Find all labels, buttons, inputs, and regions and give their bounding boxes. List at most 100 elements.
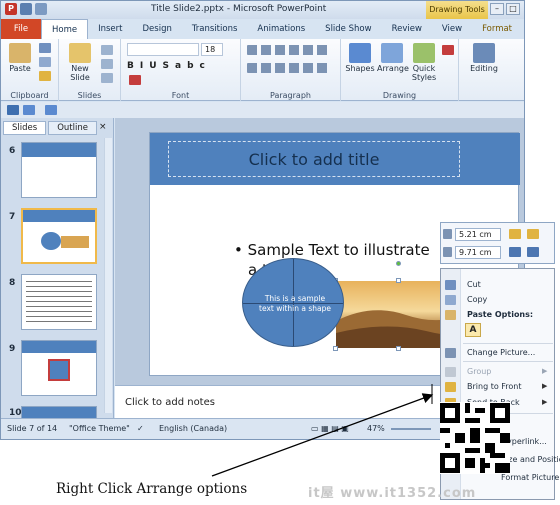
redo-small-icon[interactable] bbox=[45, 105, 57, 115]
new-slide-icon bbox=[69, 43, 91, 63]
maximize-button[interactable]: □ bbox=[506, 3, 520, 15]
tab-design[interactable]: Design bbox=[133, 19, 182, 39]
rotation-handle[interactable] bbox=[396, 261, 401, 266]
clipboard-group: Paste Clipboard bbox=[1, 39, 59, 101]
tab-home[interactable]: Home bbox=[41, 19, 89, 39]
send-backward-icon[interactable] bbox=[527, 229, 539, 239]
pane-close-icon[interactable]: × bbox=[99, 122, 107, 132]
reset-icon[interactable] bbox=[101, 59, 113, 69]
shape-fill-icon[interactable] bbox=[442, 45, 454, 55]
font-name-box[interactable] bbox=[127, 43, 199, 56]
watermark: it屋 www.it1352.com bbox=[308, 486, 477, 501]
cut-icon[interactable] bbox=[39, 43, 51, 53]
paste-keep-text-button[interactable]: A bbox=[465, 323, 481, 337]
view-buttons[interactable]: ▭ ▦ ▤ ▣ bbox=[311, 424, 349, 433]
tab-transitions[interactable]: Transitions bbox=[182, 19, 248, 39]
tab-format[interactable]: Format bbox=[472, 19, 522, 39]
align-buttons[interactable] bbox=[247, 63, 331, 73]
tab-file[interactable]: File bbox=[1, 19, 41, 39]
list-buttons[interactable] bbox=[247, 45, 331, 55]
bring-to-front-icon bbox=[445, 382, 456, 392]
tab-slides[interactable]: Slides bbox=[3, 121, 47, 135]
title-placeholder[interactable]: Click to add title bbox=[168, 141, 460, 177]
new-slide-label: New Slide bbox=[70, 64, 90, 82]
font-group: 18 BIUSabc Font bbox=[121, 39, 241, 101]
undo-small-icon[interactable] bbox=[23, 105, 35, 115]
arrange-label: Arrange bbox=[377, 64, 409, 73]
format-painter-icon[interactable] bbox=[39, 71, 51, 81]
slides-scrollbar[interactable] bbox=[104, 138, 112, 413]
tab-insert[interactable]: Insert bbox=[88, 19, 132, 39]
save-small-icon[interactable] bbox=[7, 105, 19, 115]
width-field[interactable]: 9.71 cm bbox=[455, 246, 501, 259]
drawing-label: Drawing bbox=[382, 91, 417, 100]
resize-handle[interactable] bbox=[396, 346, 401, 351]
drawing-tools-label: Drawing Tools bbox=[426, 1, 488, 19]
copy-icon bbox=[445, 295, 456, 305]
align-icon[interactable] bbox=[527, 247, 539, 257]
menu-item-cut[interactable]: Cut bbox=[467, 280, 481, 289]
new-slide-button[interactable]: New Slide bbox=[63, 43, 97, 82]
undo-icon[interactable] bbox=[35, 3, 47, 15]
zoom-slider[interactable] bbox=[391, 428, 431, 430]
zoom-level[interactable]: 47% bbox=[367, 424, 385, 433]
quick-access-row bbox=[1, 102, 524, 118]
height-field[interactable]: 5.21 cm bbox=[455, 228, 501, 241]
height-icon bbox=[443, 229, 452, 239]
ellipse-shape[interactable]: This is a sample text within a shape bbox=[242, 258, 344, 347]
paragraph-label: Paragraph bbox=[270, 91, 311, 100]
menu-item-bring-to-front[interactable]: Bring to Front bbox=[467, 382, 522, 391]
title-bar: P Title Slide2.pptx - Microsoft PowerPoi… bbox=[1, 1, 524, 19]
crop-icon[interactable] bbox=[509, 247, 521, 257]
slide-thumbnail-7[interactable] bbox=[21, 208, 97, 264]
qr-code bbox=[440, 402, 510, 474]
slide-thumbnail-6[interactable] bbox=[21, 142, 97, 198]
spellcheck-icon[interactable]: ✓ bbox=[137, 424, 144, 433]
resize-handle[interactable] bbox=[396, 278, 401, 283]
width-icon bbox=[443, 247, 452, 257]
font-size-box[interactable]: 18 bbox=[201, 43, 223, 56]
section-icon[interactable] bbox=[101, 73, 113, 83]
tab-animations[interactable]: Animations bbox=[247, 19, 315, 39]
bring-forward-icon[interactable] bbox=[509, 229, 521, 239]
theme-name: "Office Theme" bbox=[69, 424, 130, 433]
shapes-button[interactable]: Shapes bbox=[345, 43, 375, 73]
tab-outline[interactable]: Outline bbox=[48, 121, 97, 135]
slide-number: 8 bbox=[9, 278, 16, 288]
resize-handle[interactable] bbox=[333, 346, 338, 351]
change-picture-icon bbox=[445, 348, 456, 358]
quick-access-toolbar: P bbox=[5, 3, 47, 15]
tab-review[interactable]: Review bbox=[382, 19, 432, 39]
cut-icon bbox=[445, 280, 456, 290]
font-color-icon[interactable] bbox=[129, 75, 141, 85]
tab-view[interactable]: View bbox=[432, 19, 472, 39]
slide-indicator: Slide 7 of 14 bbox=[7, 424, 58, 433]
save-icon[interactable] bbox=[20, 3, 32, 15]
font-format-buttons[interactable]: BIUSabc bbox=[127, 61, 211, 71]
submenu-arrow-icon: ▶ bbox=[542, 367, 548, 375]
bullet-text[interactable]: • Sample Text to illustrate bbox=[234, 241, 430, 259]
slide-thumbnail-9[interactable] bbox=[21, 340, 97, 396]
arrange-button[interactable]: Arrange bbox=[377, 43, 409, 73]
slide-number: 6 bbox=[9, 146, 16, 156]
notes-placeholder: Click to add notes bbox=[125, 397, 215, 408]
copy-icon[interactable] bbox=[39, 57, 51, 67]
menu-item-copy[interactable]: Copy bbox=[467, 295, 487, 304]
paragraph-group: Paragraph bbox=[241, 39, 341, 101]
layout-icon[interactable] bbox=[101, 45, 113, 55]
slide-number: 7 bbox=[9, 212, 16, 222]
menu-item-format-picture[interactable]: Format Picture... bbox=[501, 473, 560, 482]
menu-item-change-picture[interactable]: Change Picture... bbox=[467, 348, 535, 357]
paste-button[interactable]: Paste bbox=[5, 43, 35, 73]
paste-label: Paste bbox=[9, 64, 31, 73]
slide-thumbnail-8[interactable] bbox=[21, 274, 97, 330]
tab-slide-show[interactable]: Slide Show bbox=[315, 19, 381, 39]
binoculars-icon bbox=[473, 43, 495, 63]
submenu-arrow-icon: ▶ bbox=[542, 382, 548, 390]
powerpoint-logo-icon[interactable]: P bbox=[5, 3, 17, 15]
editing-button[interactable]: Editing bbox=[469, 43, 499, 73]
minimize-button[interactable]: – bbox=[490, 3, 504, 15]
quick-styles-button[interactable]: Quick Styles bbox=[409, 43, 439, 82]
language[interactable]: English (Canada) bbox=[159, 424, 227, 433]
shapes-label: Shapes bbox=[345, 64, 375, 73]
